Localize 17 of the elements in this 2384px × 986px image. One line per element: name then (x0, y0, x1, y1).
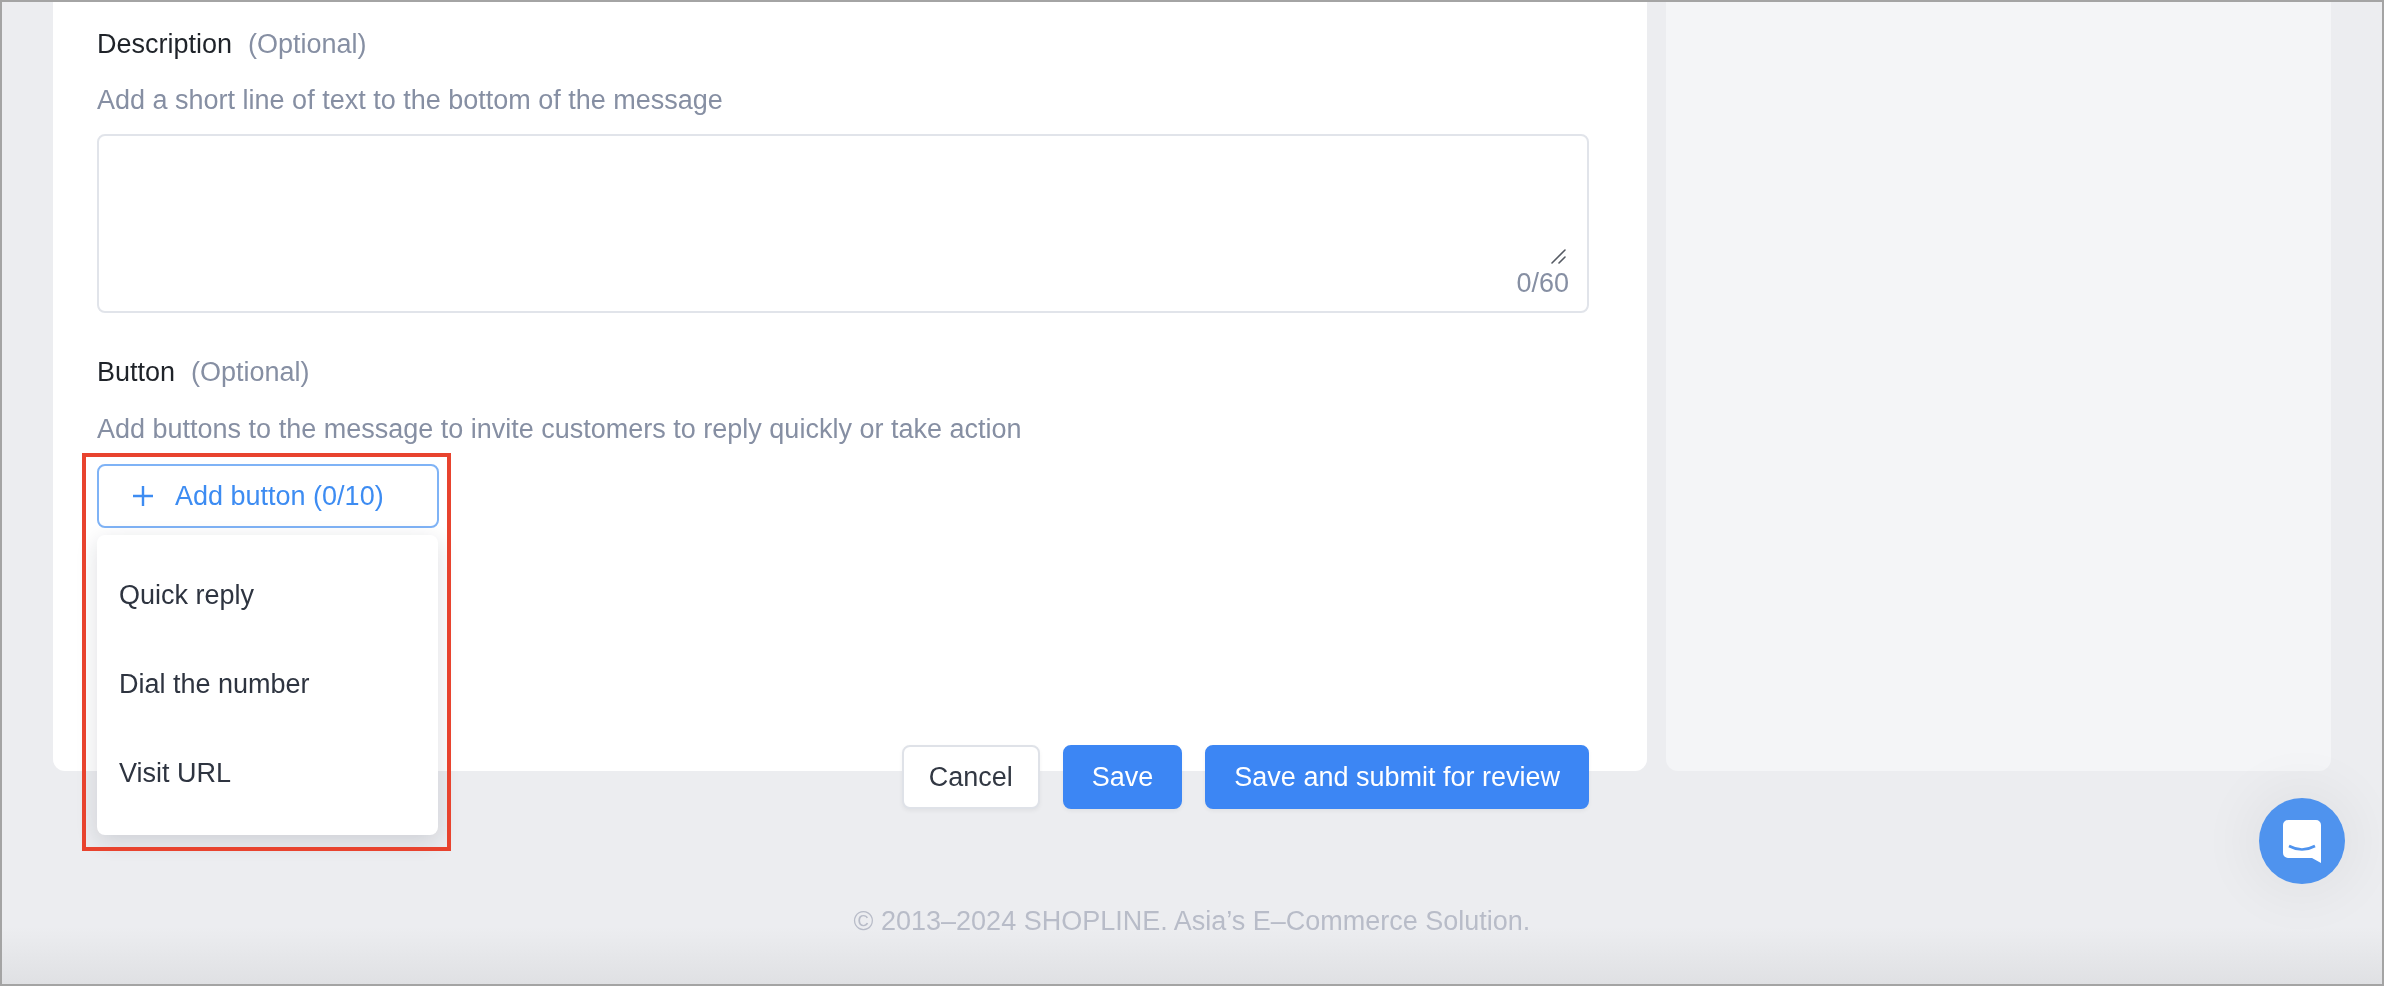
primary-button[interactable]: Save (1062, 745, 1183, 809)
menu-item[interactable]: Visit URL (97, 729, 438, 818)
plus-icon (132, 485, 154, 507)
menu-item[interactable]: Quick reply (97, 551, 438, 640)
menu-item[interactable]: Dial the number (97, 640, 438, 729)
field-hint: Add a short line of text to the bottom of the message (97, 84, 724, 117)
character-counter: 0/60 (1516, 267, 1569, 300)
resize-handle-icon[interactable] (1551, 249, 1566, 264)
field-label: Button (97, 356, 176, 389)
secondary-button[interactable]: Cancel (901, 745, 1040, 809)
optional-note: (Optional) (248, 28, 367, 61)
primary-button[interactable]: Save and submit for review (1205, 745, 1589, 809)
optional-note: (Optional) (191, 356, 310, 389)
field-label: Description (97, 28, 233, 61)
field-hint: Add buttons to the message to invite customers to reply quickly or take action (97, 413, 1023, 446)
description-field[interactable] (97, 134, 1589, 313)
chat-bubble-icon (2283, 819, 2321, 863)
